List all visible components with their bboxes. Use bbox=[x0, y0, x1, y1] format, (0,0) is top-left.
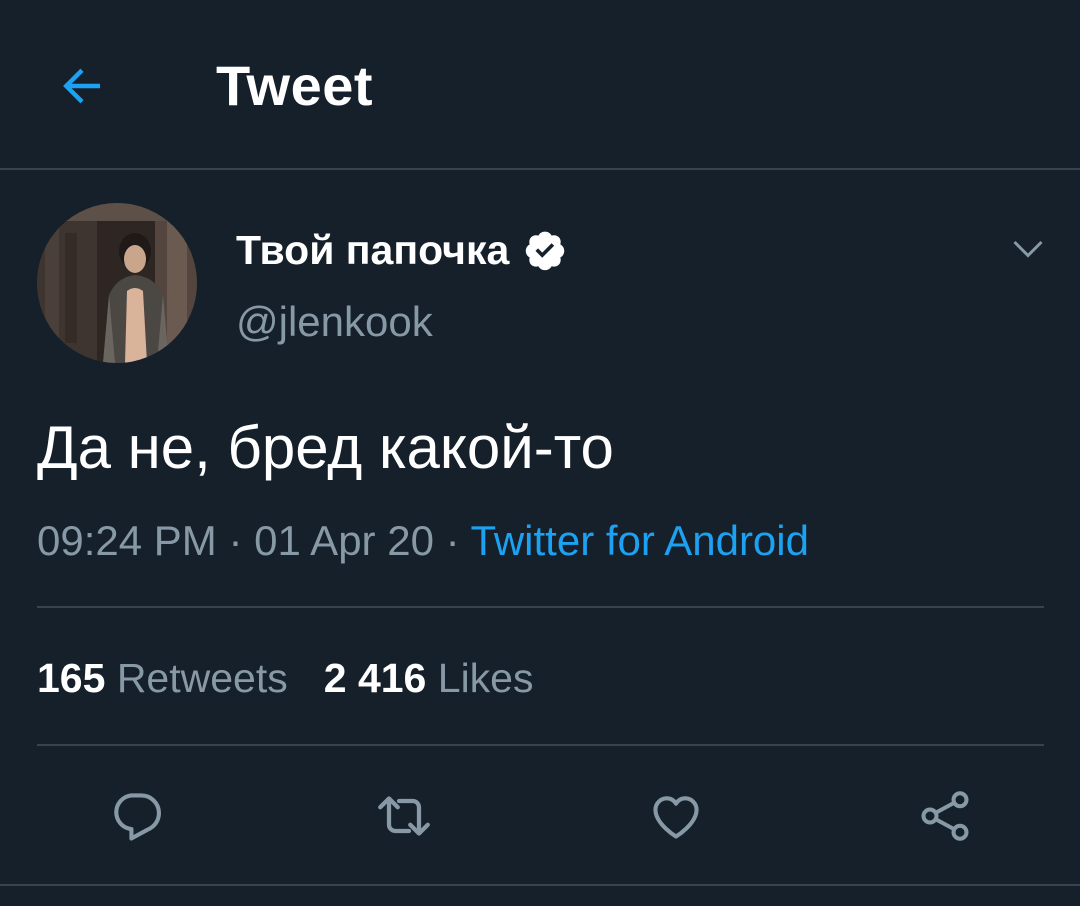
author-name-row[interactable]: Твой папочка bbox=[236, 222, 567, 278]
tweet-meta: 09:24 PM · 01 Apr 20 · Twitter for Andro… bbox=[37, 514, 809, 568]
likes-label: Likes bbox=[437, 655, 534, 701]
reply-button[interactable] bbox=[104, 784, 168, 848]
likes-stat[interactable]: 2 416 Likes bbox=[324, 652, 534, 704]
divider bbox=[37, 744, 1044, 746]
chevron-down-icon bbox=[1013, 240, 1043, 258]
meta-separator: · bbox=[216, 517, 255, 564]
tweet-stats: 165 Retweets 2 416 Likes bbox=[37, 652, 533, 704]
avatar[interactable] bbox=[37, 203, 197, 363]
reply-icon bbox=[114, 793, 162, 841]
author-handle[interactable]: @jlenkook bbox=[236, 296, 433, 348]
retweet-button[interactable] bbox=[372, 784, 436, 848]
author-display-name: Твой папочка bbox=[236, 227, 510, 273]
arrow-left-icon bbox=[63, 68, 100, 104]
verified-badge-icon bbox=[523, 228, 567, 272]
avatar-image bbox=[37, 203, 197, 363]
retweets-label: Retweets bbox=[116, 655, 288, 701]
tweet-options-button[interactable] bbox=[1004, 224, 1052, 272]
tweet-text: Да не, бред какой-то bbox=[37, 414, 614, 481]
page-title: Tweet bbox=[216, 54, 374, 117]
retweets-stat[interactable]: 165 Retweets bbox=[37, 652, 288, 704]
divider bbox=[37, 606, 1044, 608]
likes-count: 2 416 bbox=[323, 655, 427, 701]
tweet-source-link[interactable]: Twitter for Android bbox=[471, 517, 809, 564]
tweet-date: 01 Apr 20 bbox=[254, 517, 434, 564]
back-button[interactable] bbox=[50, 54, 114, 118]
share-button[interactable] bbox=[913, 784, 977, 848]
heart-icon bbox=[653, 796, 699, 839]
meta-separator: · bbox=[433, 517, 471, 564]
retweets-count: 165 bbox=[37, 655, 106, 701]
tweet-time: 09:24 PM bbox=[37, 517, 217, 564]
like-button[interactable] bbox=[644, 784, 708, 848]
share-icon bbox=[921, 791, 969, 841]
divider bbox=[0, 884, 1080, 886]
top-bar: Tweet bbox=[0, 0, 1080, 170]
retweet-icon bbox=[378, 796, 430, 836]
